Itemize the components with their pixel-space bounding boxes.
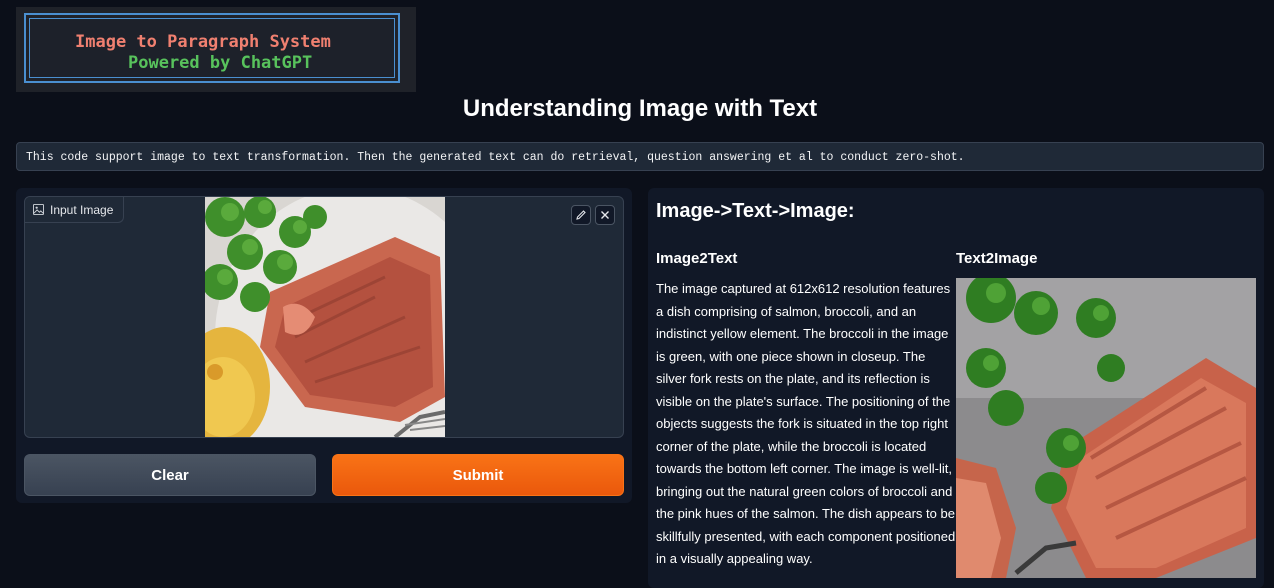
generated-food-image — [956, 278, 1256, 578]
logo-subtitle: Powered by ChatGPT — [128, 53, 313, 73]
input-food-photo — [205, 197, 445, 437]
text2image-title: Text2Image — [956, 250, 1038, 267]
logo-frame-inner: Image to Paragraph System Powered by Cha… — [29, 18, 395, 78]
close-icon — [601, 211, 609, 219]
edit-button[interactable] — [571, 205, 591, 225]
page-title: Understanding Image with Text — [462, 95, 818, 122]
input-image-upload[interactable]: Input Image — [24, 196, 624, 438]
input-image-label: Input Image — [25, 197, 125, 223]
remove-image-button[interactable] — [595, 205, 615, 225]
input-panel: Input Image Clear Submit — [16, 188, 632, 503]
edit-icon — [576, 210, 586, 220]
logo-title: Image to Paragraph System — [75, 32, 331, 52]
description-box: This code support image to text transfor… — [16, 142, 1264, 171]
input-image-label-text: Input Image — [50, 202, 114, 217]
output-panel: Image->Text->Image: Image2Text Text2Imag… — [648, 188, 1264, 588]
logo-banner: Image to Paragraph System Powered by Cha… — [16, 7, 416, 92]
generated-paragraph: The image captured at 612x612 resolution… — [656, 281, 956, 566]
image-icon — [33, 204, 44, 215]
clear-button[interactable]: Clear — [24, 454, 316, 496]
output-section-title: Image->Text->Image: — [656, 200, 855, 222]
submit-button[interactable]: Submit — [332, 454, 624, 496]
image2text-title: Image2Text — [656, 250, 738, 267]
logo-frame: Image to Paragraph System Powered by Cha… — [24, 13, 400, 83]
